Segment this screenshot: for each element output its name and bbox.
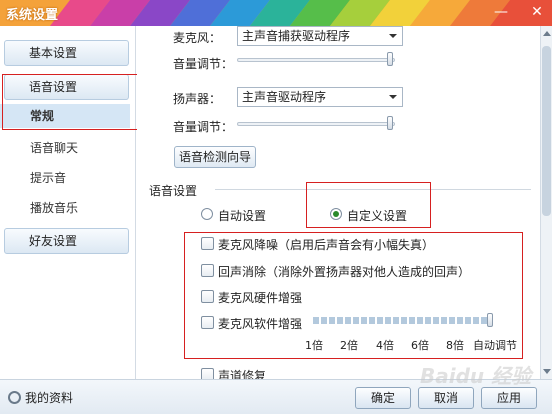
close-icon[interactable]: ✕ bbox=[528, 3, 546, 21]
mic-volume-slider[interactable] bbox=[237, 52, 397, 66]
my-profile-label: 我的资料 bbox=[25, 391, 74, 405]
chevron-down-icon bbox=[389, 34, 397, 38]
option-channel-repair[interactable]: 声道修复 bbox=[218, 367, 266, 379]
sidebar-item-voice-chat[interactable]: 语音聊天 bbox=[0, 136, 130, 160]
baidu-watermark: Baidu 经验 bbox=[420, 364, 532, 388]
speaker-label: 扬声器： bbox=[173, 92, 222, 106]
speaker-select[interactable]: 主声音驱动程序 bbox=[237, 87, 403, 107]
scroll-down-icon[interactable] bbox=[543, 369, 551, 374]
settings-content: 麦克风： 主声音捕获驱动程序 音量调节： 扬声器： 主声音驱动程序 音量调节： … bbox=[137, 26, 540, 379]
sidebar-basic-settings[interactable]: 基本设置 bbox=[4, 40, 129, 66]
scrollbar-thumb[interactable] bbox=[542, 46, 551, 216]
title-bar: 系统设置 — ✕ bbox=[0, 0, 552, 26]
apply-button[interactable]: 应用 bbox=[481, 387, 537, 409]
mic-select[interactable]: 主声音捕获驱动程序 bbox=[237, 26, 403, 46]
highlight-box-sidebar bbox=[2, 74, 147, 130]
my-profile-link[interactable]: 我的资料 bbox=[8, 389, 73, 406]
radio-auto-label[interactable]: 自动设置 bbox=[218, 207, 266, 224]
speaker-volume-label: 音量调节： bbox=[173, 120, 234, 134]
voice-section-title: 语音设置 bbox=[149, 184, 198, 198]
mic-volume-label: 音量调节： bbox=[173, 57, 234, 71]
checkbox-channel-repair[interactable] bbox=[201, 368, 214, 379]
cancel-button[interactable]: 取消 bbox=[418, 387, 474, 409]
speaker-select-value: 主声音驱动程序 bbox=[242, 90, 327, 104]
voice-test-wizard-button[interactable]: 语音检测向导 bbox=[174, 146, 256, 168]
radio-auto[interactable] bbox=[201, 208, 213, 220]
sidebar-friend-settings[interactable]: 好友设置 bbox=[4, 228, 129, 254]
highlight-box-custom bbox=[306, 182, 431, 228]
highlight-box-options bbox=[184, 232, 523, 359]
content-scrollbar[interactable] bbox=[540, 26, 552, 379]
mic-select-value: 主声音捕获驱动程序 bbox=[242, 29, 351, 43]
title-bar-rainbow bbox=[50, 0, 552, 26]
sidebar-item-play-music[interactable]: 播放音乐 bbox=[0, 196, 130, 220]
sidebar-item-notify-sound[interactable]: 提示音 bbox=[0, 166, 130, 190]
mic-label: 麦克风： bbox=[173, 31, 222, 45]
speaker-volume-slider[interactable] bbox=[237, 116, 397, 130]
slider-thumb[interactable] bbox=[387, 116, 393, 130]
chevron-down-icon bbox=[389, 95, 397, 99]
ok-button[interactable]: 确定 bbox=[355, 387, 411, 409]
slider-thumb[interactable] bbox=[387, 52, 393, 66]
minimize-icon[interactable]: — bbox=[492, 3, 510, 21]
window-title: 系统设置 bbox=[6, 8, 59, 23]
scroll-up-icon[interactable] bbox=[543, 31, 551, 36]
gear-icon bbox=[8, 391, 21, 404]
